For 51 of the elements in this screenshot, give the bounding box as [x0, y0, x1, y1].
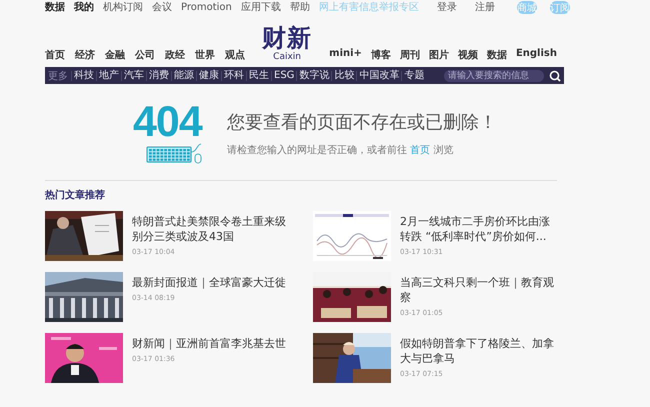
top-link[interactable]: 帮助	[290, 0, 310, 14]
article-title[interactable]: 特朗普式赴美禁限令卷土重来级别分三类或波及43国	[132, 214, 289, 244]
nav-link[interactable]: 金融	[105, 48, 125, 63]
category-link[interactable]: 健康	[196, 70, 221, 80]
article-title[interactable]: 当高三文科只剩一个班｜教育观察	[400, 275, 557, 305]
nav-link[interactable]: 经济	[75, 48, 95, 63]
category-link[interactable]: 环科	[221, 70, 246, 80]
nav-link[interactable]: 观点	[225, 48, 245, 63]
category-link[interactable]: 数字说	[296, 70, 332, 80]
nav-link[interactable]: 首页	[45, 48, 65, 63]
logo[interactable]: 财新	[262, 25, 312, 52]
category-link[interactable]: ESG	[271, 70, 296, 80]
error-heading: 您要查看的页面不存在或已删除！	[227, 111, 497, 134]
nav-link[interactable]: 博客	[370, 48, 391, 63]
article-title[interactable]: 2月一线城市二手房价环比由涨转跌 “低利率时代”房价如何...	[400, 214, 557, 244]
nav-link[interactable]: 数据	[486, 48, 507, 63]
logo-subtitle: Caixin	[273, 52, 301, 63]
top-link[interactable]: 数据	[45, 0, 65, 14]
nav-link[interactable]: 政经	[165, 48, 185, 63]
top-link[interactable]: 我的	[74, 0, 94, 14]
nav-link[interactable]: 公司	[135, 48, 155, 63]
category-link[interactable]: 科技	[71, 70, 96, 80]
top-link[interactable]: Promotion	[181, 2, 232, 12]
search-icon[interactable]	[549, 70, 561, 82]
error-code: 404	[133, 102, 202, 142]
nav-link[interactable]: 视频	[458, 48, 478, 63]
nav-link[interactable]: 图片	[428, 48, 449, 63]
top-link[interactable]: 会议	[152, 0, 172, 14]
nav-link[interactable]: 世界	[195, 48, 215, 63]
section-title: 热门文章推荐	[45, 188, 106, 202]
category-link[interactable]: 比较	[331, 70, 356, 80]
top-link[interactable]: 应用下载	[240, 0, 281, 14]
search-field[interactable]: 请输入要搜索的信息	[444, 70, 544, 82]
nav-link[interactable]: mini+	[329, 48, 362, 63]
top-link[interactable]: 机构订阅	[103, 0, 143, 14]
category-link[interactable]: 地产	[96, 70, 121, 80]
article-title[interactable]: 假如特朗普拿下了格陵兰、加拿大与巴拿马	[400, 336, 557, 366]
category-link[interactable]: 能源	[171, 70, 196, 80]
article-title[interactable]: 最新封面报道｜全球富豪大迁徙	[132, 275, 286, 290]
nav-link[interactable]: English	[516, 48, 557, 63]
article-title[interactable]: 财新闻｜亚洲前首富李兆基去世	[132, 336, 286, 351]
category-link[interactable]: 中国改革	[356, 70, 402, 80]
category-link[interactable]: 民生	[246, 70, 271, 80]
more-link[interactable]: 更多	[48, 68, 71, 82]
register-link[interactable]: 注册	[474, 0, 495, 14]
category-link[interactable]: 汽车	[121, 70, 146, 80]
nav-link[interactable]: 周刊	[400, 48, 420, 63]
category-link[interactable]: 专题	[401, 70, 426, 80]
category-link[interactable]: 消费	[146, 70, 171, 80]
error-hint: 请检查您输入的网址是否正确，或者前往 首页 浏览	[227, 144, 454, 157]
login-link[interactable]: 登录	[436, 0, 457, 14]
